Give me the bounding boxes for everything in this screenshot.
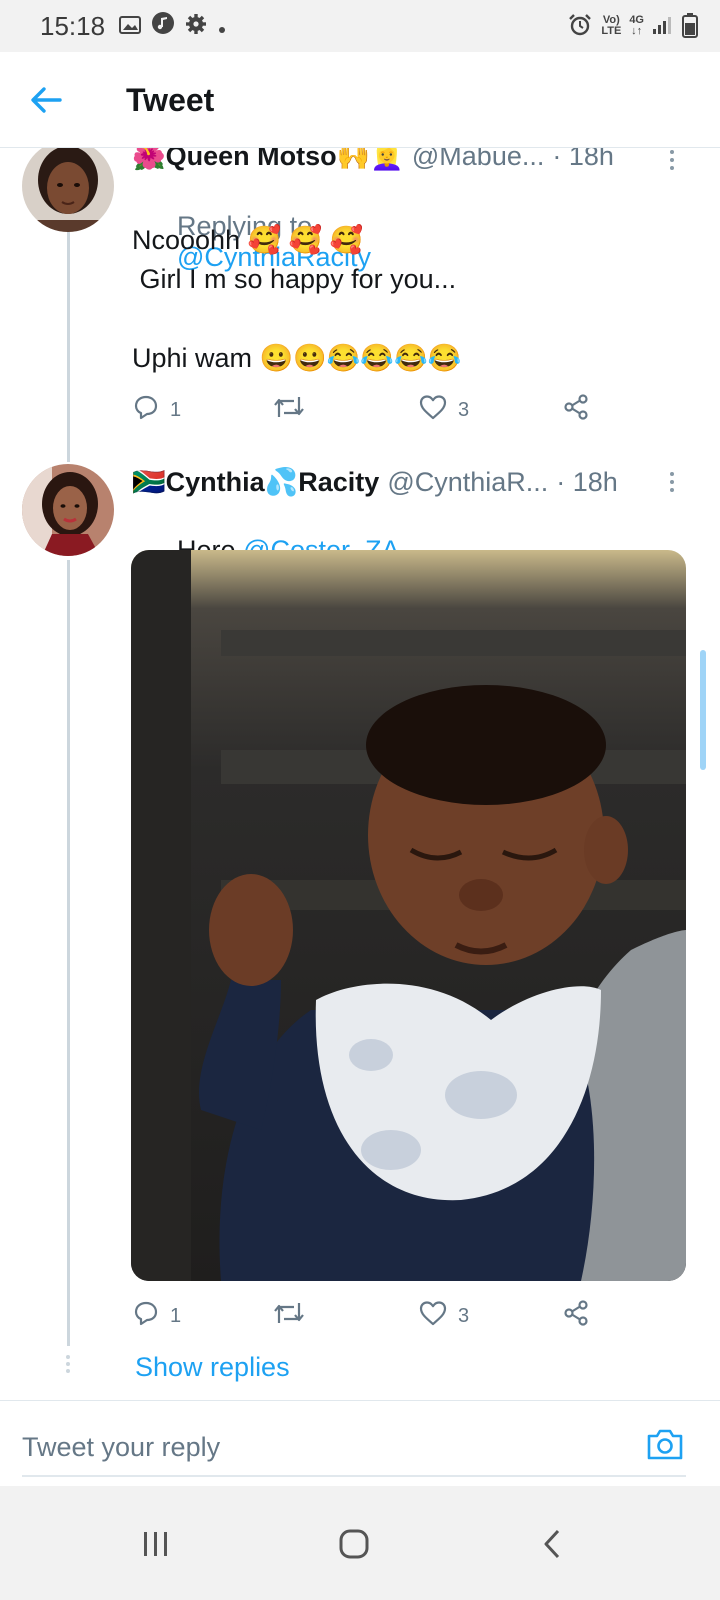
input-underline <box>22 1475 686 1477</box>
alarm-icon <box>567 13 593 40</box>
share-icon <box>562 1299 590 1333</box>
status-left-icons <box>119 11 227 42</box>
like-button[interactable]: 3 <box>418 1296 469 1336</box>
share-button[interactable] <box>562 390 590 430</box>
share-icon <box>562 393 590 427</box>
reply-button[interactable]: 1 <box>132 390 181 430</box>
page-title: Tweet <box>126 82 215 118</box>
thread-line <box>67 232 70 462</box>
retweet-icon <box>272 393 306 427</box>
reply-count: 1 <box>170 1304 182 1327</box>
back-icon[interactable] <box>522 1514 582 1574</box>
status-bar: 15:18 Vo) LTE 4G ↓↑ <box>0 0 720 52</box>
reply-composer <box>0 1400 720 1486</box>
reply-input[interactable] <box>22 1427 622 1467</box>
music-icon <box>151 11 175 42</box>
camera-icon[interactable] <box>646 1427 684 1461</box>
image-icon <box>119 11 142 42</box>
thread-line <box>67 560 70 1346</box>
like-count: 3 <box>458 1304 470 1327</box>
heart-icon <box>418 393 448 427</box>
battery-icon <box>682 12 698 41</box>
show-replies-link[interactable]: Show replies <box>135 1352 290 1383</box>
recent-apps-icon[interactable] <box>126 1514 186 1574</box>
tweet-author-row: 🇿🇦 Cynthia💦Racity @CynthiaR... · 18h <box>132 466 618 498</box>
avatar[interactable] <box>22 464 114 556</box>
heart-icon <box>418 1299 448 1333</box>
tweet-text-line: Ncooohh 🥰 🥰 🥰 <box>132 225 364 255</box>
tweet-actions: 1 3 <box>132 390 602 430</box>
system-nav-bar <box>0 1486 720 1600</box>
like-count: 3 <box>458 398 470 421</box>
status-right-icons: Vo) LTE 4G ↓↑ <box>567 12 698 41</box>
reply-button[interactable]: 1 <box>132 1296 181 1336</box>
signal-icon <box>652 15 674 38</box>
tweet-actions: 1 3 <box>132 1296 602 1336</box>
tweet-author-row: 🌺 Queen Motso 🙌👱‍♀️ @Mabue... · 18h <box>132 148 614 176</box>
display-name[interactable]: Cynthia💦Racity <box>166 466 380 498</box>
scrollbar[interactable] <box>700 650 706 770</box>
volte-indicator: Vo) LTE <box>601 14 622 37</box>
top-app-bar: Tweet <box>0 52 720 148</box>
more-options-icon[interactable] <box>664 468 680 498</box>
user-handle[interactable]: @CynthiaR... <box>387 467 548 498</box>
tweet-thread: 🌺 Queen Motso 🙌👱‍♀️ @Mabue... · 18h Repl… <box>0 148 720 1400</box>
gear-icon <box>185 11 207 42</box>
retweet-icon <box>272 1299 306 1333</box>
retweet-button[interactable] <box>272 390 306 430</box>
reply-icon <box>132 393 160 427</box>
tweet-photo[interactable] <box>131 550 686 1281</box>
tweet-text-line: Girl I m so happy for you... <box>132 264 457 294</box>
like-button[interactable]: 3 <box>418 390 469 430</box>
more-options-icon[interactable] <box>664 148 680 176</box>
retweet-button[interactable] <box>272 1296 306 1336</box>
tweet-text-line: Uphi wam 😀😀😂😂😂😂 <box>132 343 462 373</box>
status-time: 15:18 <box>40 10 106 41</box>
dot-icon <box>217 11 227 42</box>
reply-icon <box>132 1299 160 1333</box>
share-button[interactable] <box>562 1296 590 1336</box>
home-icon[interactable] <box>324 1514 384 1574</box>
display-name[interactable]: Queen Motso <box>166 148 337 172</box>
thread-dots <box>64 1352 72 1382</box>
avatar[interactable] <box>22 148 114 232</box>
tweet-time: · 18h <box>552 148 614 171</box>
user-handle[interactable]: @Mabue... <box>412 148 544 172</box>
data-indicator: 4G ↓↑ <box>629 14 644 37</box>
back-arrow-icon[interactable] <box>28 82 68 118</box>
tweet-time: · 18h <box>556 466 618 497</box>
reply-count: 1 <box>170 398 182 421</box>
